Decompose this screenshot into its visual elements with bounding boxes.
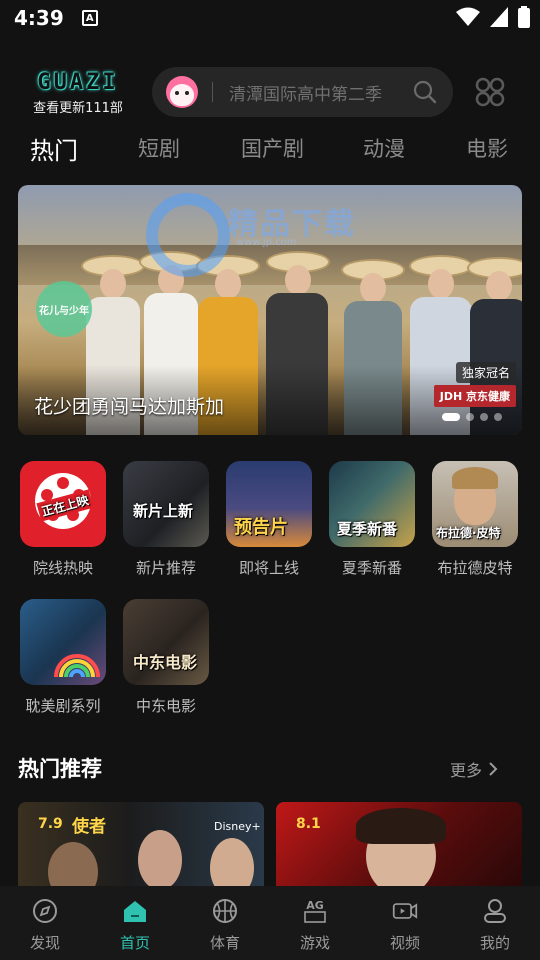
poster-hair [356,808,446,844]
category-tabs: 热门 短剧 国产剧 动漫 电影 [0,133,540,175]
category-tag: 预告片 [234,517,288,538]
category-middle-east-movies[interactable]: 中东电影 中东电影 [121,599,211,716]
svg-text:AG: AG [306,899,324,912]
category-thumbnail: 新片上新 [123,461,209,547]
avatar-icon[interactable] [166,76,198,108]
poster-title: 使者 [72,817,106,837]
category-tag: 中东电影 [133,653,198,672]
nav-label: 我的 [479,934,510,952]
nav-home[interactable]: 首页 [90,886,180,960]
category-tag: 布拉德·皮特 [436,526,501,540]
carousel-dot-active[interactable] [442,413,460,421]
category-label: 中东电影 [135,697,196,715]
nav-label: 体育 [209,934,240,952]
compass-icon [32,898,58,924]
section-title: 热门推荐 [18,757,102,781]
featured-banner[interactable]: 精品下载 www.jp.com 花儿与少年 独家冠名 JDH 京东健康 花少团勇… [18,185,522,435]
category-thumbnail [20,599,106,685]
exclusive-badge: 独家冠名 [455,362,516,383]
category-label: 院线热映 [32,559,93,577]
rainbow-icon [54,654,100,678]
home-icon [122,898,148,924]
actor-hair [452,467,498,489]
app-logo[interactable]: GUAZI 查看更新111部 [28,70,128,116]
category-label: 耽美剧系列 [25,697,101,715]
category-thumbnail: 中东电影 [123,599,209,685]
category-now-showing[interactable]: 正在上映 院线热映 [18,461,108,578]
more-link[interactable]: 更多 [450,757,498,781]
rating-score: 8.1 [296,816,321,832]
sponsor-badge: JDH 京东健康 [433,385,516,407]
nav-discover[interactable]: 发现 [0,886,90,960]
tab-short-drama[interactable]: 短剧 [138,133,180,163]
poster-figure [48,842,98,886]
wifi-icon [456,7,480,26]
nav-label: 发现 [29,934,60,952]
category-new-releases[interactable]: 新片上新 新片推荐 [121,461,211,578]
signal-icon [490,7,508,27]
watermark-url: www.jp.com [236,237,297,248]
tab-hot[interactable]: 热门 [30,131,78,166]
recommendation-card[interactable]: 8.1 [276,802,522,886]
category-thumbnail: 布拉德·皮特 [432,461,518,547]
rating-score: 7.9 [38,816,63,832]
nav-games[interactable]: AG 游戏 [270,886,360,960]
carousel-dots [442,413,502,421]
category-summer-anime[interactable]: 夏季新番 夏季新番 [327,461,417,578]
category-label: 夏季新番 [341,559,402,577]
grid-icon[interactable] [474,76,506,108]
more-label: 更多 [450,761,483,780]
category-bl-series[interactable]: 耽美剧系列 [18,599,108,716]
search-icon[interactable] [405,72,445,112]
watermark-logo-icon [146,193,230,277]
category-brad-pitt[interactable]: 布拉德·皮特 布拉德皮特 [430,461,520,578]
category-label: 即将上线 [238,559,299,577]
category-tag: 新片上新 [133,502,194,520]
category-label: 布拉德皮特 [437,559,513,577]
search-divider [212,82,213,102]
carousel-dot[interactable] [466,413,474,421]
logo-text: GUAZI [37,70,119,95]
streaming-brand: Disney+ [214,820,261,833]
video-icon [392,898,418,924]
poster-figure [138,830,182,886]
basketball-icon [212,898,238,924]
nav-profile[interactable]: 我的 [450,886,540,960]
category-thumbnail: 正在上映 [20,461,106,547]
battery-icon [518,6,530,28]
nav-sports[interactable]: 体育 [180,886,270,960]
category-thumbnail: 夏季新番 [329,461,415,547]
nav-label: 视频 [389,934,420,952]
banner-title: 花少团勇闯马达加斯加 [34,396,225,418]
nav-video[interactable]: 视频 [360,886,450,960]
category-tag: 夏季新番 [337,520,398,538]
category-coming-soon[interactable]: 预告片 即将上线 [224,461,314,578]
category-thumbnail: 预告片 [226,461,312,547]
category-label: 新片推荐 [135,559,196,577]
status-time: 4:39 [14,6,64,30]
bottom-navigation: 发现 首页 体育 AG 游戏 视频 我的 [0,886,540,960]
tab-anime[interactable]: 动漫 [363,133,405,163]
carousel-dot[interactable] [480,413,488,421]
tab-movies[interactable]: 电影 [466,133,508,163]
ag-game-icon: AG [302,898,328,924]
user-icon [482,898,508,924]
notification-a-icon: A [81,10,98,26]
recommendation-card[interactable]: 7.9 使者 Disney+ [18,802,264,886]
show-logo: 花儿与少年 [36,281,92,337]
search-input[interactable]: 清潭国际高中第二季 [229,80,405,105]
chevron-right-icon [489,762,498,776]
tab-domestic-drama[interactable]: 国产剧 [241,133,304,163]
nav-label: 游戏 [299,934,330,952]
header: GUAZI 查看更新111部 清潭国际高中第二季 [0,64,540,122]
nav-label: 首页 [119,934,150,952]
status-bar: 4:39 A [0,0,540,36]
status-icons [456,6,530,28]
carousel-dot[interactable] [494,413,502,421]
poster-figure [210,838,254,886]
update-count-link[interactable]: 查看更新111部 [28,97,128,116]
search-bar[interactable]: 清潭国际高中第二季 [152,67,453,117]
